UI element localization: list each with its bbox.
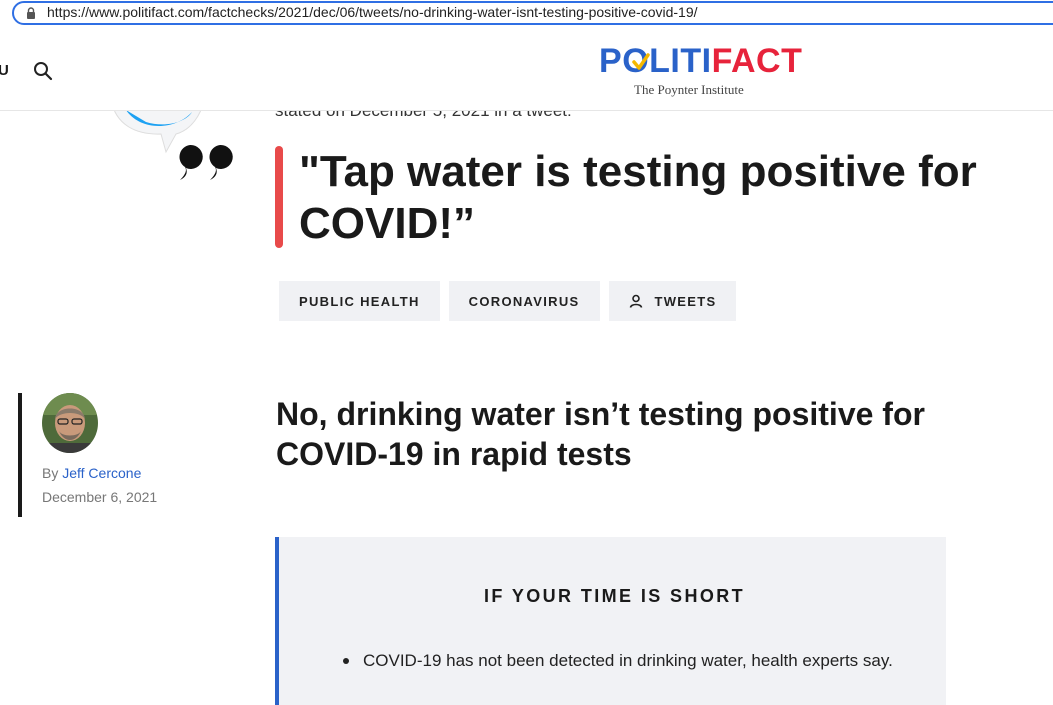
logo-check-icon [632,53,650,70]
menu-label-fragment[interactable]: U [0,62,9,79]
url-text[interactable]: https://www.politifact.com/factchecks/20… [47,4,698,20]
tag-label: PUBLIC HEALTH [299,293,420,309]
short-box-title: IF YOUR TIME IS SHORT [483,586,746,606]
claim-quote: "Tap water is testing positive for COVID… [299,147,977,248]
tag-coronavirus[interactable]: CORONAVIRUS [448,281,600,321]
logo-subtitle: The Poynter Institute [634,82,744,97]
list-item-text: COVID-19 has not been detected in drinki… [363,651,893,670]
site-header: U POLITIFACT The Poynter Institute [0,30,1053,111]
author-avatar[interactable] [42,393,98,453]
tag-list: PUBLIC HEALTH CORONAVIRUS TWEETS [279,281,737,321]
short-box-list: COVID-19 has not been detected in drinki… [343,649,903,673]
list-item: COVID-19 has not been detected in drinki… [343,649,903,673]
byline-accent-bar [18,393,22,517]
claim-accent-bar [275,146,283,248]
tag-label: CORONAVIRUS [468,293,580,309]
browser-address-bar: https://www.politifact.com/factchecks/20… [0,0,1053,26]
search-icon[interactable] [33,61,53,81]
tag-tweets[interactable]: TWEETS [608,281,737,321]
byline-author: By Jeff Cercone [42,465,141,481]
publish-date: December 6, 2021 [42,489,158,505]
person-icon [629,294,642,308]
byline-prefix: By [42,465,63,481]
tag-public-health[interactable]: PUBLIC HEALTH [279,281,440,321]
bullet-icon [343,658,349,664]
article-headline: No, drinking water isn’t testing positiv… [276,396,925,472]
author-link[interactable]: Jeff Cercone [62,465,141,481]
lock-icon [27,7,35,19]
time-is-short-box: IF YOUR TIME IS SHORT COVID-19 has not b… [275,537,946,705]
tag-label: TWEETS [654,293,717,309]
